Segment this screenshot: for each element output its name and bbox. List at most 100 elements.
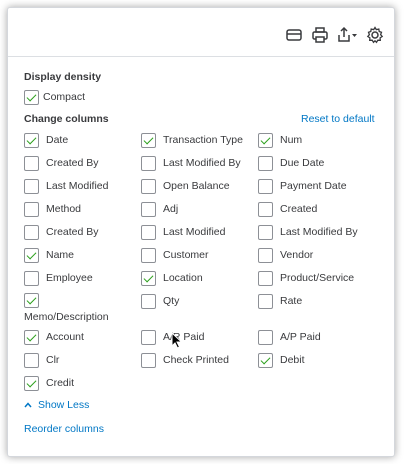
show-less-label: Show Less bbox=[38, 399, 90, 411]
column-date-checkbox[interactable]: Date bbox=[24, 132, 68, 148]
column-clr-checkbox[interactable]: Clr bbox=[24, 352, 59, 368]
compact-label: Compact bbox=[43, 91, 86, 103]
column-last-modified-checkbox[interactable]: Last Modified bbox=[24, 178, 108, 194]
checkbox-box bbox=[258, 247, 273, 263]
checkbox-box bbox=[24, 270, 39, 286]
column-label: A/R Paid bbox=[163, 331, 205, 343]
column-label: Account bbox=[46, 331, 84, 343]
column-debit-checkbox[interactable]: Debit bbox=[258, 352, 305, 368]
column-label: Check Printed bbox=[163, 354, 229, 366]
column-open-balance-checkbox[interactable]: Open Balance bbox=[141, 178, 230, 194]
checkbox-box bbox=[24, 132, 39, 148]
mouse-pointer-icon bbox=[171, 332, 183, 349]
column-label: Credit bbox=[46, 377, 75, 389]
checkbox-box bbox=[258, 201, 273, 217]
column-credit-checkbox[interactable]: Credit bbox=[24, 375, 74, 391]
change-columns-title: Change columns bbox=[24, 113, 109, 125]
checkbox-box bbox=[258, 352, 273, 368]
column-last-modified-by-checkbox[interactable]: Last Modified By bbox=[258, 224, 358, 240]
column-employee-checkbox[interactable]: Employee bbox=[24, 270, 93, 286]
checkbox-box bbox=[141, 247, 156, 263]
checkbox-box bbox=[24, 375, 39, 391]
column-label: Created By bbox=[46, 157, 99, 169]
column-label: Date bbox=[46, 134, 69, 146]
column-label: Adj bbox=[163, 203, 179, 215]
column-label: Due Date bbox=[280, 157, 325, 169]
column-label: Employee bbox=[46, 272, 93, 284]
reset-to-default-link[interactable]: Reset to default bbox=[301, 113, 375, 125]
column-last-modified-by-checkbox[interactable]: Last Modified By bbox=[141, 155, 241, 171]
column-qty-checkbox[interactable]: Qty bbox=[141, 293, 179, 309]
column-payment-date-checkbox[interactable]: Payment Date bbox=[258, 178, 347, 194]
column-label: Name bbox=[46, 249, 75, 261]
checkbox-box bbox=[141, 201, 156, 217]
checkbox-box bbox=[258, 224, 273, 240]
column-label: Open Balance bbox=[163, 180, 230, 192]
checkbox-box bbox=[258, 329, 273, 345]
compact-checkbox[interactable]: Compact bbox=[24, 89, 85, 105]
column-label: Clr bbox=[46, 354, 60, 366]
checkbox-box bbox=[24, 178, 39, 194]
column-label: Location bbox=[163, 272, 203, 284]
column-memo-description-checkbox[interactable]: Memo/Description bbox=[24, 293, 109, 323]
column-created-by-checkbox[interactable]: Created By bbox=[24, 155, 99, 171]
column-label: Memo/Description bbox=[24, 311, 109, 323]
customize-report-panel: Display density Compact Change columns R… bbox=[7, 7, 395, 457]
checkbox-box bbox=[24, 201, 39, 217]
checkbox-box bbox=[24, 224, 39, 240]
column-label: Product/Service bbox=[280, 272, 355, 284]
gear-icon[interactable] bbox=[366, 26, 388, 48]
column-adj-checkbox[interactable]: Adj bbox=[141, 201, 178, 217]
checkbox-box bbox=[258, 293, 273, 309]
column-label: Payment Date bbox=[280, 180, 347, 192]
checkbox-box bbox=[258, 132, 273, 148]
column-check-printed-checkbox[interactable]: Check Printed bbox=[141, 352, 229, 368]
reorder-columns-link[interactable]: Reorder columns bbox=[24, 423, 104, 435]
checkbox-box bbox=[141, 178, 156, 194]
checkbox-box bbox=[141, 224, 156, 240]
column-label: Last Modified bbox=[46, 180, 109, 192]
column-a-p-paid-checkbox[interactable]: A/P Paid bbox=[258, 329, 321, 345]
export-icon[interactable] bbox=[336, 26, 358, 48]
checkbox-box bbox=[24, 155, 39, 171]
checkbox-box bbox=[258, 155, 273, 171]
checkbox-box bbox=[258, 178, 273, 194]
checkbox-box bbox=[24, 352, 39, 368]
column-label: Last Modified By bbox=[163, 157, 241, 169]
column-rate-checkbox[interactable]: Rate bbox=[258, 293, 302, 309]
column-label: Method bbox=[46, 203, 82, 215]
email-icon[interactable] bbox=[285, 26, 307, 48]
checkbox-box bbox=[141, 329, 156, 345]
column-label: Rate bbox=[280, 295, 303, 307]
column-label: Last Modified bbox=[163, 226, 226, 238]
column-label: Transaction Type bbox=[163, 134, 243, 146]
column-label: Num bbox=[280, 134, 303, 146]
column-customer-checkbox[interactable]: Customer bbox=[141, 247, 209, 263]
column-name-checkbox[interactable]: Name bbox=[24, 247, 74, 263]
column-num-checkbox[interactable]: Num bbox=[258, 132, 302, 148]
checkbox-box bbox=[258, 270, 273, 286]
column-created-by-checkbox[interactable]: Created By bbox=[24, 224, 99, 240]
column-label: Qty bbox=[163, 295, 180, 307]
column-label: Debit bbox=[280, 354, 305, 366]
column-due-date-checkbox[interactable]: Due Date bbox=[258, 155, 324, 171]
checkbox-box bbox=[24, 247, 39, 263]
show-less-link[interactable]: Show Less bbox=[24, 399, 89, 411]
chevron-up-icon bbox=[24, 402, 32, 408]
display-density-title: Display density bbox=[24, 71, 102, 83]
column-created-checkbox[interactable]: Created bbox=[258, 201, 317, 217]
column-method-checkbox[interactable]: Method bbox=[24, 201, 81, 217]
column-label: Created By bbox=[46, 226, 99, 238]
column-account-checkbox[interactable]: Account bbox=[24, 329, 84, 345]
checkbox-box bbox=[141, 155, 156, 171]
column-vendor-checkbox[interactable]: Vendor bbox=[258, 247, 313, 263]
column-location-checkbox[interactable]: Location bbox=[141, 270, 203, 286]
checkbox-box bbox=[141, 293, 156, 309]
column-label: A/P Paid bbox=[280, 331, 321, 343]
print-icon[interactable] bbox=[311, 26, 333, 48]
column-transaction-type-checkbox[interactable]: Transaction Type bbox=[141, 132, 243, 148]
checkbox-box bbox=[141, 132, 156, 148]
column-product-service-checkbox[interactable]: Product/Service bbox=[258, 270, 354, 286]
column-last-modified-checkbox[interactable]: Last Modified bbox=[141, 224, 225, 240]
checkbox-box bbox=[24, 293, 39, 308]
